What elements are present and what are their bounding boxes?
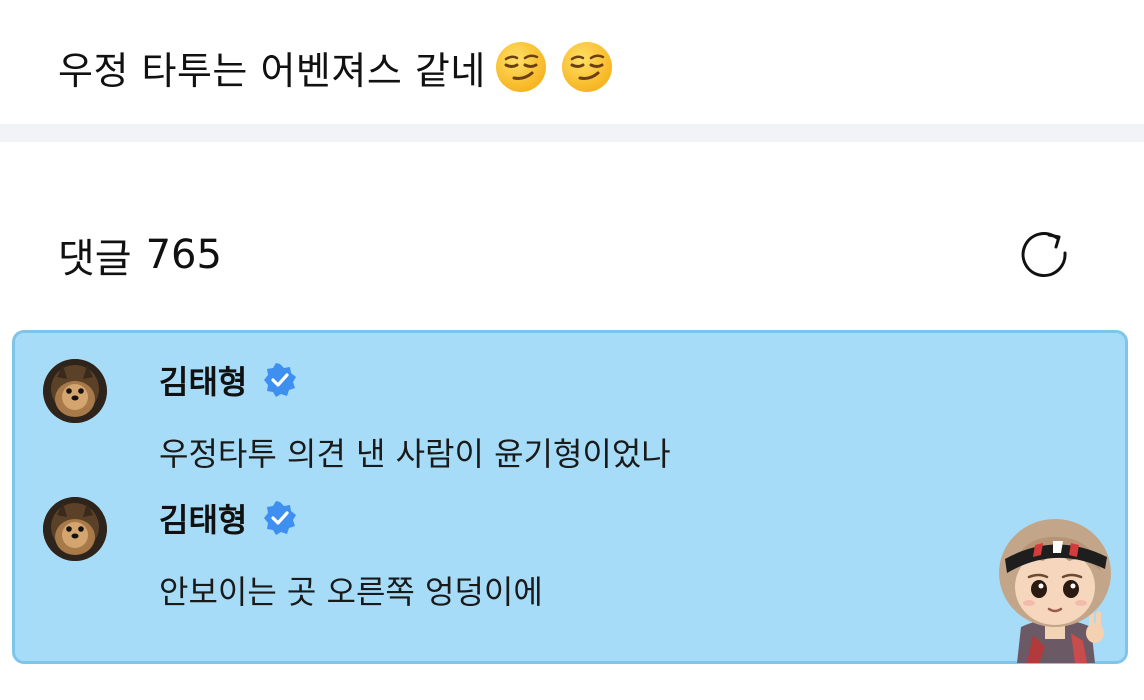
comments-header: 댓글 765 [58,226,222,284]
comment-author-name[interactable]: 김태형 [159,495,247,541]
comments-label: 댓글 [58,236,132,282]
comment-author-row: 김태형 [159,357,297,403]
character-sticker [999,519,1111,663]
page: 우정 타투는 어벤져스 같네 댓글 765 김태형 우정타투 의견 낸 사람이 … [0,0,1144,700]
comment-text: 우정타투 의견 낸 사람이 윤기형이었나 [159,435,671,473]
refresh-icon[interactable] [1016,226,1074,284]
post-text: 우정 타투는 어벤져스 같네 [58,36,614,98]
comment-author-row: 김태형 [159,495,297,541]
avatar[interactable] [43,497,107,561]
comment-text: 안보이는 곳 오른쪽 엉덩이에 [159,573,543,611]
comments-count: 765 [145,232,222,278]
smirking-face-icon [495,42,546,92]
post-text-content: 우정 타투는 어벤져스 같네 [58,48,486,93]
verified-badge-icon [264,501,297,535]
verified-badge-icon [264,363,297,397]
comment-author-name[interactable]: 김태형 [159,357,247,403]
section-divider [0,124,1144,142]
avatar[interactable] [43,359,107,423]
smirking-face-icon [561,42,612,92]
highlighted-comment-thread: 김태형 우정타투 의견 낸 사람이 윤기형이었나 김태형 안보이는 곳 오른쪽 … [12,330,1128,664]
